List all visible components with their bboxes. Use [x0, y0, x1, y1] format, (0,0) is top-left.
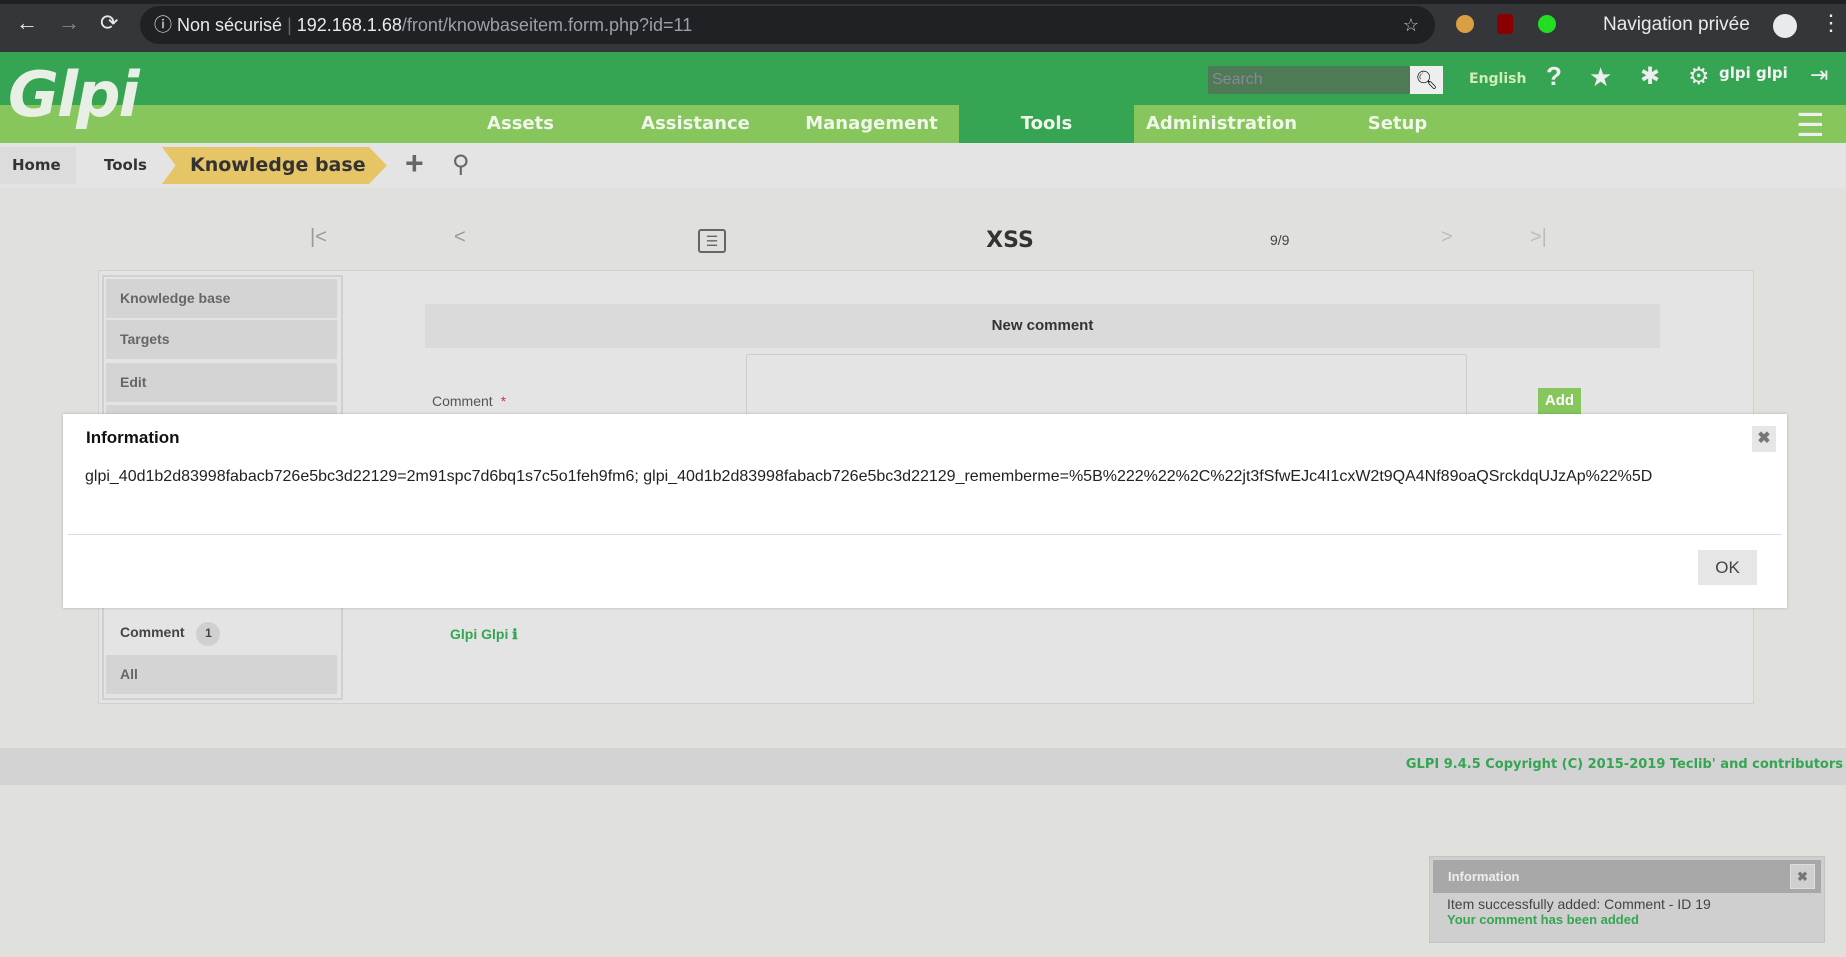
comment-count-badge: 1	[196, 622, 221, 646]
help-icon[interactable]: ?	[1546, 61, 1562, 92]
incognito-label: Navigation privée	[1603, 14, 1750, 35]
info-icon: ⓘ	[154, 15, 178, 35]
dialog-divider	[68, 534, 1782, 535]
nav-administration[interactable]: Administration	[1134, 105, 1309, 143]
notification-header: Information ✖	[1433, 860, 1821, 893]
breadcrumb-knowledge-base[interactable]: Knowledge base	[162, 147, 387, 184]
tab-targets[interactable]: Targets	[106, 320, 337, 359]
tab-comment[interactable]: Comment 1	[120, 622, 221, 646]
nav-tools[interactable]: Tools	[959, 105, 1134, 143]
nav-assistance[interactable]: Assistance	[608, 105, 783, 143]
menu-dots-icon[interactable]: ⋮	[1820, 10, 1842, 36]
bookmark-star-icon[interactable]: ☆	[1403, 6, 1419, 44]
search-placeholder: Search	[1212, 71, 1263, 88]
star-icon[interactable]: ★	[1589, 62, 1612, 93]
tab-all[interactable]: All	[106, 655, 337, 694]
record-title: XSS	[986, 228, 1034, 253]
info-icon: ℹ	[512, 626, 518, 642]
glpi-header	[0, 52, 1846, 105]
author-link[interactable]: Glpi Glpi ℹ	[450, 626, 518, 643]
user-menu[interactable]: glpi glpi	[1719, 64, 1788, 82]
next-record-icon[interactable]: >	[1441, 226, 1453, 249]
tab-knowledge-base[interactable]: Knowledge base	[106, 279, 337, 318]
dialog-message: glpi_40d1b2d83998fabacb726e5bc3d22129=2m…	[85, 468, 1653, 485]
search-icon[interactable]: ⚲	[452, 150, 470, 179]
hamburger-menu-icon[interactable]: ☰	[1796, 106, 1825, 144]
dialog-title: Information	[86, 428, 180, 447]
nav-management[interactable]: Management	[784, 105, 959, 143]
list-icon[interactable]: ☰	[698, 229, 726, 253]
search-icon[interactable]: 🔍︎	[1410, 66, 1443, 94]
nav-assets[interactable]: Assets	[433, 105, 608, 143]
cookie-extension-icon[interactable]	[1456, 15, 1474, 33]
notification-message: Item successfully added: Comment - ID 19	[1447, 896, 1711, 912]
close-icon[interactable]: ✖	[1752, 426, 1776, 452]
bug-icon[interactable]: ✱	[1640, 62, 1660, 91]
breadcrumb-tools[interactable]: Tools	[92, 147, 162, 184]
reload-icon[interactable]: ⟳	[100, 10, 118, 36]
add-icon[interactable]: +	[405, 145, 424, 182]
forward-icon[interactable]: →	[58, 10, 80, 36]
previous-record-icon[interactable]: <	[454, 226, 466, 249]
breadcrumb-home[interactable]: Home	[0, 147, 76, 184]
information-dialog: Information ✖ glpi_40d1b2d83998fabacb726…	[63, 414, 1787, 608]
tab-comment-label: Comment	[120, 624, 185, 640]
notification-success: Your comment has been added	[1447, 912, 1639, 927]
incognito-icon	[1773, 14, 1797, 38]
comment-label-text: Comment	[432, 393, 493, 409]
nav-setup[interactable]: Setup	[1310, 105, 1485, 143]
new-comment-header: New comment	[425, 304, 1660, 348]
ublock-extension-icon[interactable]	[1497, 14, 1513, 34]
green-extension-icon[interactable]	[1538, 15, 1556, 33]
search-input[interactable]: Search	[1208, 66, 1410, 94]
address-bar[interactable]: ⓘ Non sécurisé | 192.168.1.68/front/know…	[140, 6, 1435, 44]
comment-label: Comment *	[432, 393, 506, 409]
notification-toast: Information ✖ Item successfully added: C…	[1429, 856, 1825, 943]
first-record-icon[interactable]: |<	[310, 226, 327, 249]
url-host: 192.168.1.68	[296, 15, 402, 35]
close-icon[interactable]: ✖	[1790, 864, 1815, 889]
security-label: Non sécurisé	[177, 15, 283, 35]
author-name: Glpi Glpi	[450, 626, 509, 642]
record-position: 9/9	[1270, 232, 1290, 248]
glpi-logo[interactable]: Glpi	[8, 58, 140, 131]
notification-title: Information	[1448, 869, 1520, 884]
url-path: /front/knowbaseitem.form.php?id=11	[401, 15, 693, 35]
ok-button[interactable]: OK	[1698, 550, 1757, 585]
gear-icon[interactable]: ⚙	[1688, 62, 1710, 91]
add-button[interactable]: Add	[1538, 388, 1581, 414]
footer-copyright[interactable]: GLPI 9.4.5 Copyright (C) 2015-2019 Tecli…	[1406, 757, 1843, 772]
back-icon[interactable]: ←	[16, 10, 38, 36]
last-record-icon[interactable]: >|	[1530, 226, 1547, 249]
footer: GLPI 9.4.5 Copyright (C) 2015-2019 Tecli…	[0, 748, 1846, 785]
tab-edit[interactable]: Edit	[106, 363, 337, 402]
logout-icon[interactable]: ⇥	[1810, 62, 1828, 88]
required-marker: *	[500, 393, 507, 409]
language-link[interactable]: English	[1469, 71, 1526, 87]
